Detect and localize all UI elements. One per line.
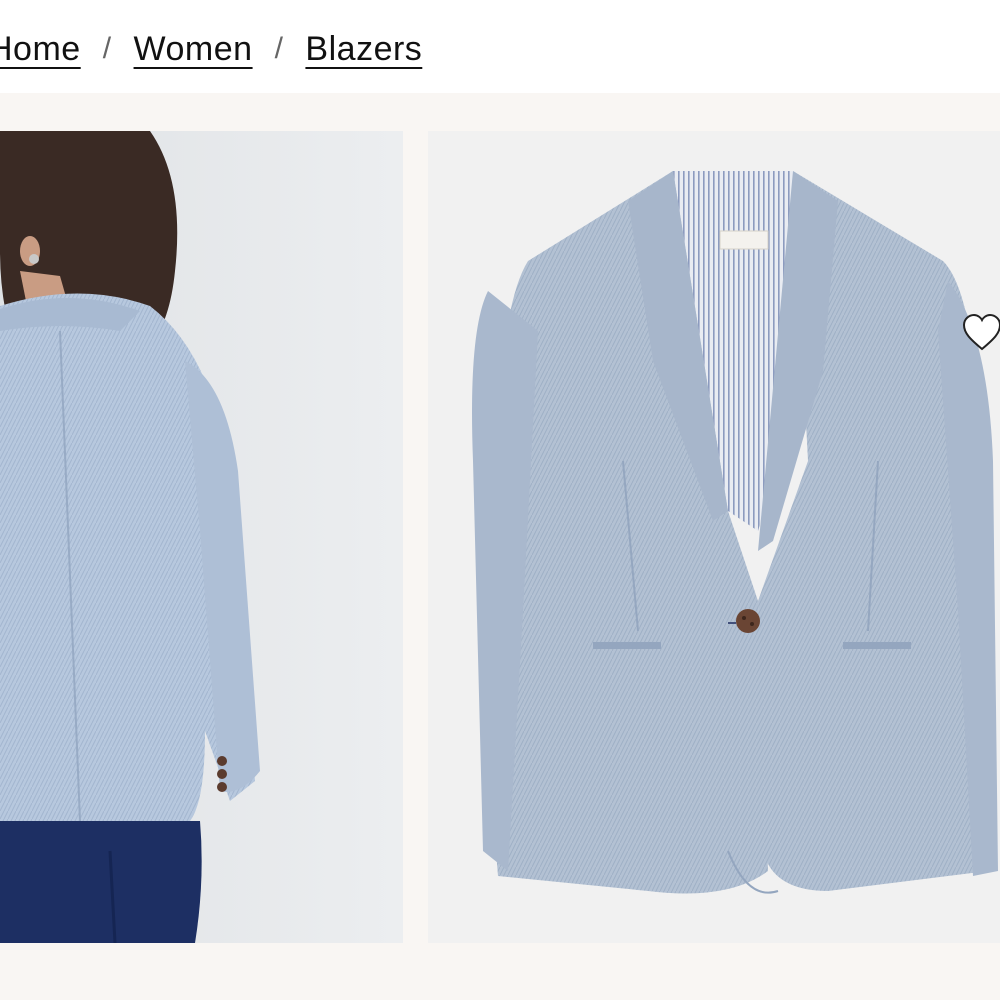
heart-icon bbox=[962, 313, 1000, 351]
breadcrumb-blazers-link[interactable]: Blazers bbox=[305, 30, 422, 69]
breadcrumb-home-link[interactable]: Home bbox=[0, 30, 81, 69]
breadcrumb-separator: / bbox=[102, 32, 112, 65]
breadcrumb: Home / Women / Blazers bbox=[0, 24, 422, 74]
product-image-front-flat[interactable] bbox=[428, 131, 1000, 943]
product-image-back-view[interactable] bbox=[0, 131, 403, 943]
breadcrumb-separator: / bbox=[274, 32, 284, 65]
model-back-view-illustration bbox=[0, 131, 403, 943]
wishlist-button[interactable] bbox=[960, 311, 1000, 355]
blazer-front-illustration bbox=[428, 131, 1000, 943]
breadcrumb-women-link[interactable]: Women bbox=[134, 30, 253, 69]
product-image-gallery bbox=[0, 93, 1000, 1000]
